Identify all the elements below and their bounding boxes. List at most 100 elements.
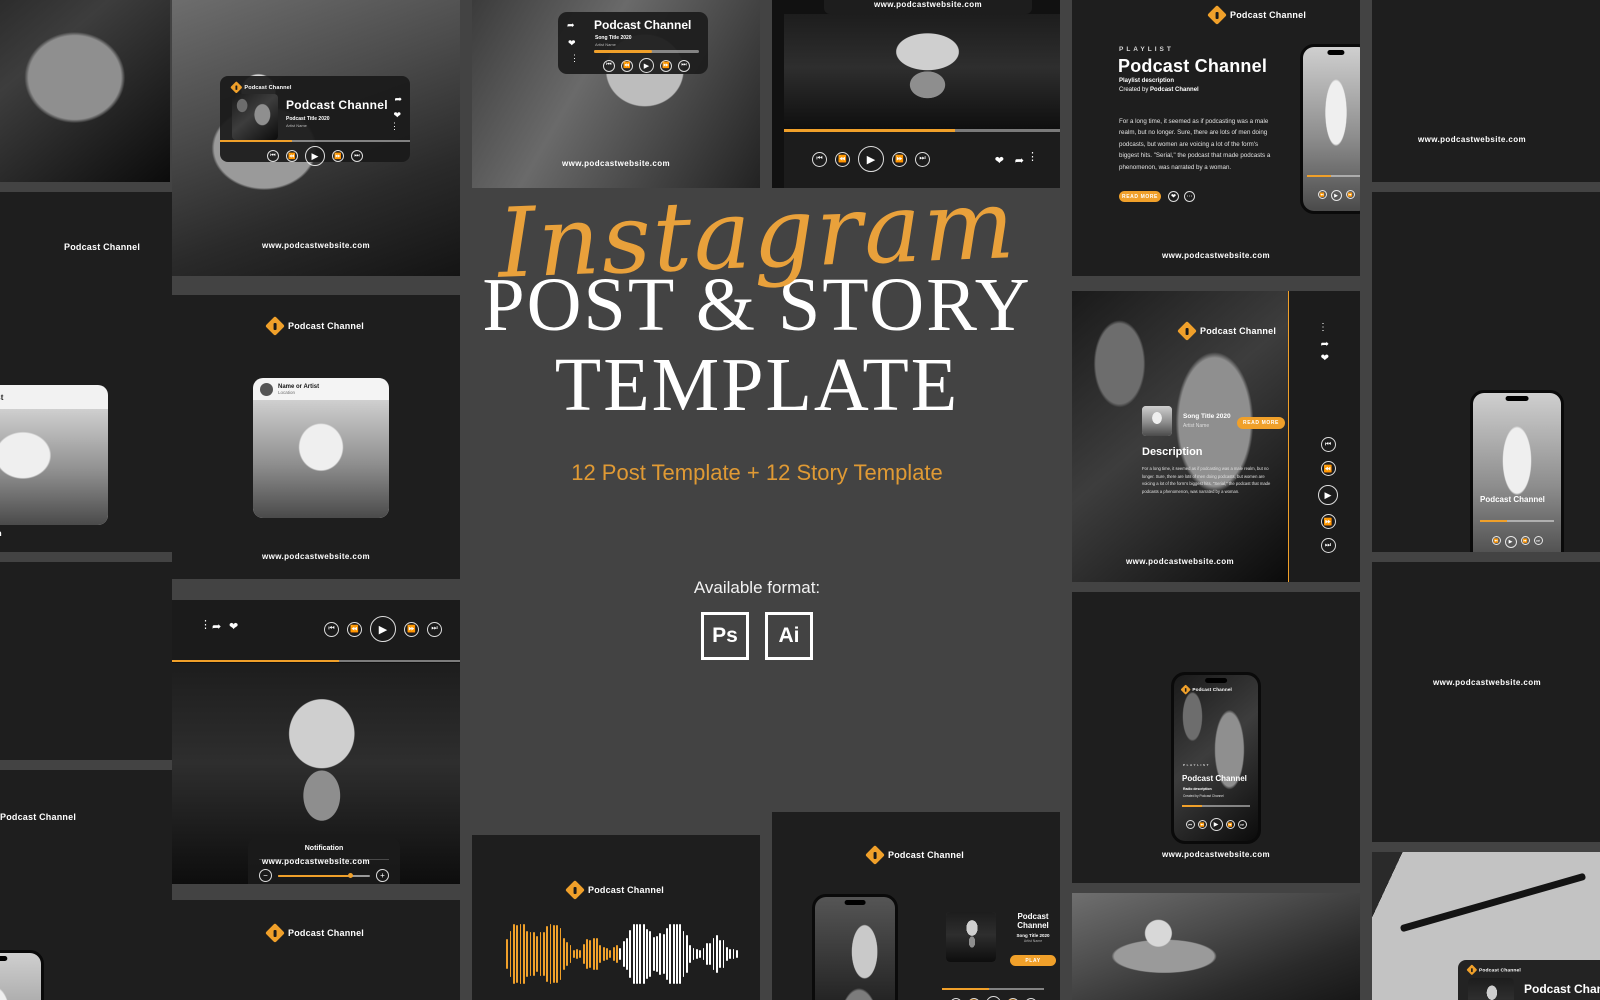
brand-lockup: Podcast Channel bbox=[1466, 964, 1521, 976]
waveform-bar bbox=[566, 942, 568, 966]
photo-album-art bbox=[232, 94, 278, 140]
progress-bar[interactable] bbox=[594, 50, 699, 53]
more-vertical-icon[interactable]: ⋮ bbox=[570, 54, 579, 63]
fast-forward-icon[interactable]: ⏩ bbox=[660, 59, 672, 72]
heart-icon[interactable]: ❤ bbox=[1168, 191, 1179, 202]
fast-forward-icon[interactable]: ⏩ bbox=[1345, 190, 1355, 199]
more-vertical-icon[interactable]: ⋮ bbox=[1027, 152, 1038, 163]
fast-forward-icon[interactable]: ⏩ bbox=[404, 621, 419, 637]
player-title: Podcast Channel bbox=[1524, 982, 1600, 996]
waveform-bar bbox=[532, 932, 535, 976]
progress-bar[interactable] bbox=[1480, 520, 1554, 522]
waveform-bar bbox=[622, 940, 625, 968]
skip-back-icon[interactable]: ⏮ bbox=[812, 151, 827, 167]
skip-forward-icon[interactable]: ⏭ bbox=[678, 59, 690, 72]
website-label: www.podcastwebsite.com bbox=[0, 529, 172, 538]
skip-forward-icon[interactable]: ⏭ bbox=[351, 150, 363, 162]
rewind-icon[interactable]: ⏪ bbox=[1491, 536, 1501, 545]
share-icon[interactable]: ➦ bbox=[212, 620, 221, 633]
waveform-bar bbox=[679, 924, 682, 984]
waveform-bar bbox=[656, 935, 658, 973]
skip-forward-icon[interactable]: ⏭ bbox=[1320, 538, 1336, 553]
heart-icon[interactable]: ❤ bbox=[1321, 353, 1329, 364]
progress-bar[interactable] bbox=[1307, 175, 1360, 177]
play-icon[interactable]: ▶ bbox=[858, 146, 884, 172]
read-more-button[interactable]: READ MORE bbox=[1237, 417, 1285, 429]
minus-icon[interactable]: − bbox=[259, 869, 272, 882]
share-icon[interactable]: ➦ bbox=[394, 94, 402, 105]
slider-fill bbox=[278, 874, 348, 877]
waveform-bar bbox=[632, 924, 635, 984]
rewind-icon[interactable]: ⏪ bbox=[1197, 820, 1207, 829]
play-icon[interactable]: ▶ bbox=[370, 616, 396, 642]
waveform-bar bbox=[549, 924, 552, 984]
fast-forward-icon[interactable]: ⏩ bbox=[1520, 536, 1530, 545]
plus-icon[interactable]: + bbox=[376, 869, 389, 882]
playlist-eyebrow: PLAYLIST bbox=[1119, 46, 1174, 53]
diamond-logo-icon bbox=[230, 81, 243, 94]
progress-bar[interactable] bbox=[1182, 805, 1250, 807]
play-icon[interactable]: ▶ bbox=[1330, 190, 1342, 201]
skip-back-icon[interactable]: ⏮ bbox=[1320, 437, 1336, 452]
waveform-bar bbox=[689, 944, 692, 964]
share-icon[interactable]: ➦ bbox=[567, 20, 575, 31]
brand-lockup: Podcast Channel bbox=[1180, 684, 1232, 695]
rewind-icon[interactable]: ⏪ bbox=[1320, 461, 1336, 476]
more-vertical-icon[interactable]: ⋮ bbox=[390, 122, 399, 131]
waveform-bar bbox=[529, 932, 532, 976]
skip-forward-icon[interactable]: ⏭ bbox=[427, 621, 442, 637]
fast-forward-icon[interactable]: ⏩ bbox=[1225, 820, 1235, 829]
waveform-bar bbox=[546, 925, 549, 983]
heart-icon[interactable]: ❤ bbox=[393, 110, 401, 121]
diamond-logo-icon bbox=[1180, 684, 1191, 695]
story-description-heading: Description bbox=[1142, 446, 1203, 458]
fast-forward-icon[interactable]: ⏩ bbox=[892, 151, 907, 167]
waveform-bar bbox=[695, 948, 698, 960]
read-more-button[interactable]: READ MORE bbox=[1119, 191, 1161, 202]
rewind-icon[interactable]: ⏪ bbox=[347, 621, 362, 637]
heart-icon[interactable]: ❤ bbox=[995, 154, 1004, 167]
play-icon[interactable]: ▶ bbox=[1209, 818, 1223, 831]
waveform-bar bbox=[636, 924, 638, 984]
play-icon[interactable]: ▶ bbox=[639, 58, 654, 73]
waveform-bar bbox=[616, 945, 618, 963]
heart-icon[interactable]: ❤ bbox=[229, 620, 238, 633]
transport-controls: ⏮ ⏪ ▶ ⏩ ⏭ bbox=[324, 616, 442, 642]
fast-forward-icon[interactable]: ⏩ bbox=[332, 150, 344, 162]
skip-forward-icon[interactable]: ⏭ bbox=[1237, 820, 1247, 829]
skip-forward-icon[interactable]: ⏭ bbox=[915, 151, 930, 167]
waveform-bar bbox=[579, 949, 582, 959]
rewind-icon[interactable]: ⏪ bbox=[1317, 190, 1327, 199]
play-button[interactable]: PLAY bbox=[1010, 955, 1056, 966]
play-icon[interactable]: ▶ bbox=[985, 996, 1001, 1000]
waveform-bar bbox=[576, 949, 578, 959]
fast-forward-icon[interactable]: ⏩ bbox=[1320, 514, 1336, 529]
skip-back-icon[interactable]: ⏮ bbox=[267, 150, 279, 162]
heart-icon[interactable]: ❤ bbox=[568, 38, 576, 49]
more-horizontal-icon[interactable]: ⋯ bbox=[1184, 191, 1195, 202]
share-icon[interactable]: ➦ bbox=[1321, 339, 1329, 350]
skip-back-icon[interactable]: ⏮ bbox=[324, 621, 339, 637]
rewind-icon[interactable]: ⏪ bbox=[286, 150, 298, 162]
skip-back-icon[interactable]: ⏮ bbox=[1185, 820, 1195, 829]
progress-bar[interactable] bbox=[942, 988, 1044, 990]
edge-card-right-bottom: Podcast Channel Podcast Channel bbox=[1372, 852, 1600, 1000]
rewind-icon[interactable]: ⏪ bbox=[621, 59, 633, 72]
rewind-icon[interactable]: ⏪ bbox=[835, 151, 850, 167]
slider-thumb[interactable] bbox=[347, 873, 353, 878]
waveform-bar bbox=[672, 924, 675, 984]
play-icon[interactable]: ▶ bbox=[305, 146, 325, 166]
transport-controls: ⏮ ⏪ ▶ ⏩ ⏭ bbox=[220, 146, 410, 166]
skip-back-icon[interactable]: ⏮ bbox=[603, 59, 615, 72]
brand-name: Podcast Channel bbox=[0, 812, 77, 822]
progress-bar[interactable] bbox=[172, 660, 460, 662]
volume-slider[interactable] bbox=[278, 871, 370, 881]
play-icon[interactable]: ▶ bbox=[1504, 536, 1517, 548]
website-label: www.podcastwebsite.com bbox=[261, 552, 371, 561]
skip-forward-icon[interactable]: ⏭ bbox=[1533, 536, 1543, 545]
more-vertical-icon[interactable]: ⋮ bbox=[200, 620, 211, 631]
progress-bar[interactable] bbox=[220, 140, 410, 142]
more-vertical-icon[interactable]: ⋮ bbox=[1318, 323, 1328, 333]
share-icon[interactable]: ➦ bbox=[1015, 154, 1024, 167]
play-icon[interactable]: ▶ bbox=[1318, 485, 1338, 505]
